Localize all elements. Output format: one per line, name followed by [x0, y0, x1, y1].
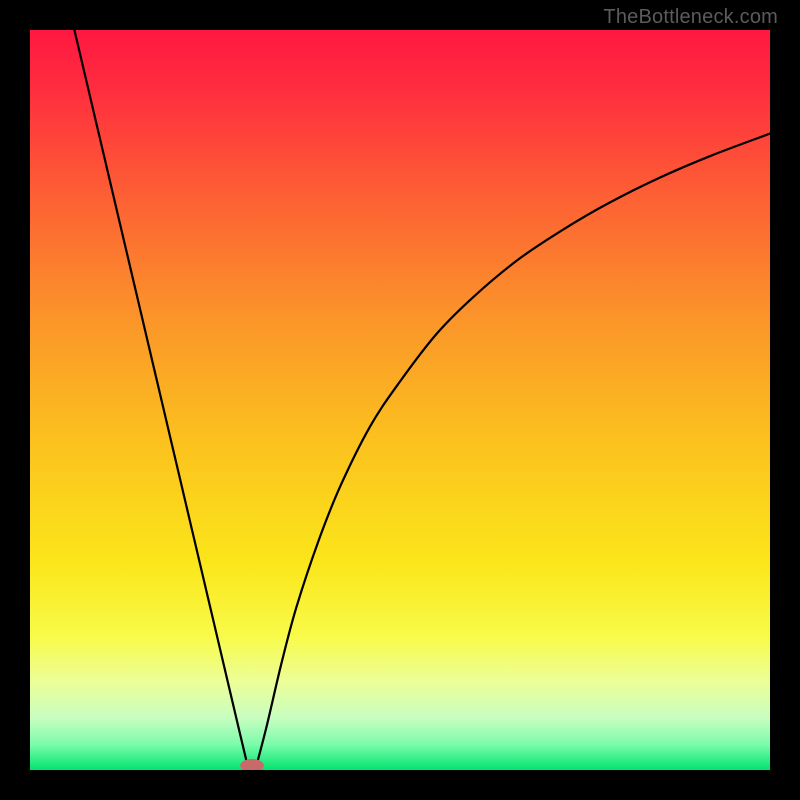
chart-frame: TheBottleneck.com: [0, 0, 800, 800]
bottleneck-chart: [30, 30, 770, 770]
watermark-text: TheBottleneck.com: [603, 6, 778, 29]
chart-background: [30, 30, 770, 770]
